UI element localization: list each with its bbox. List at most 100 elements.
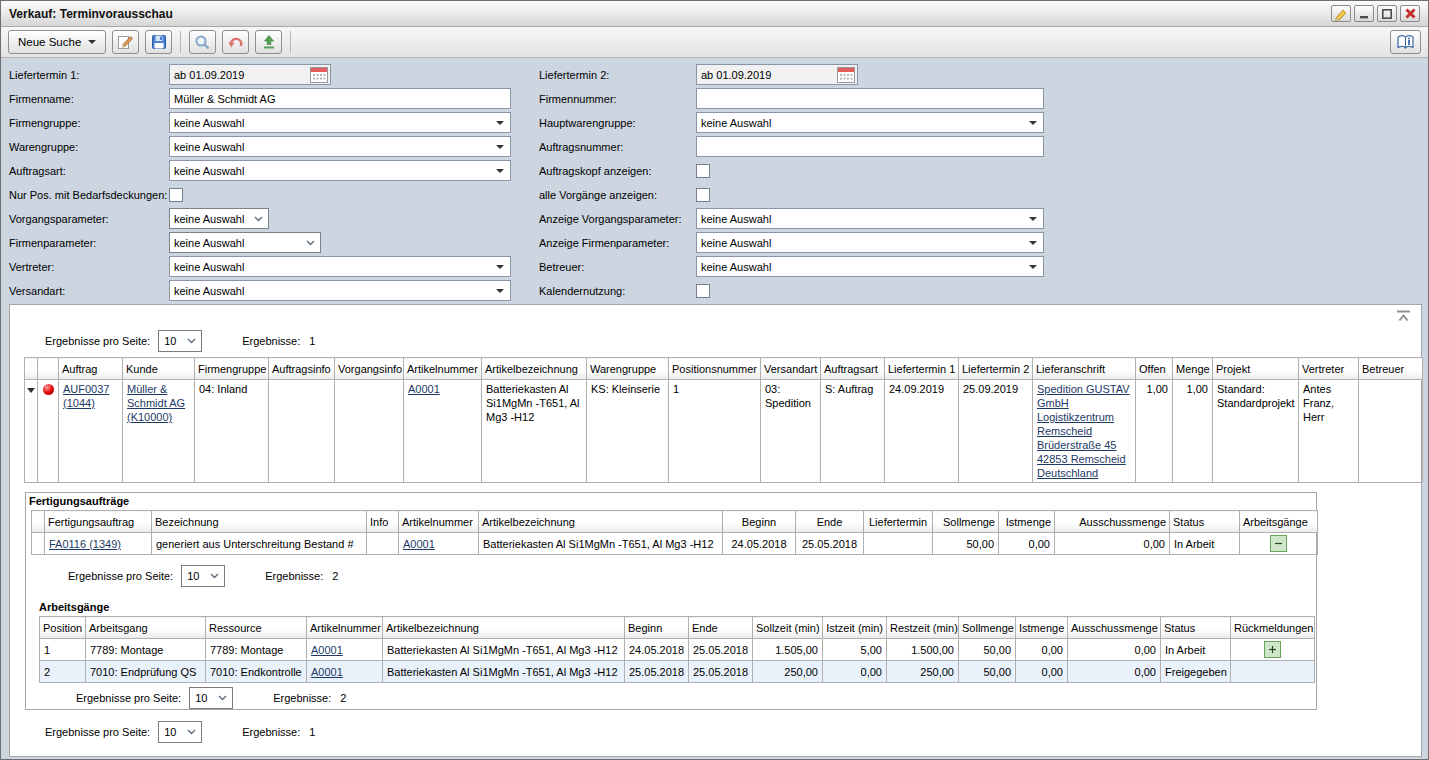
window-buttons <box>1331 5 1420 22</box>
export-button[interactable] <box>255 30 282 54</box>
nurpos-checkbox[interactable] <box>169 188 183 202</box>
minimize-button[interactable] <box>1354 5 1374 22</box>
per-page-select[interactable]: 10 <box>189 687 233 709</box>
arbeitsgaenge-heading: Arbeitsgänge <box>39 601 109 613</box>
liefertermin2-field[interactable]: ab 01.09.2019 <box>696 64 858 85</box>
fa-arbeitsgaenge-cell <box>1240 533 1318 555</box>
undo-button[interactable] <box>222 30 249 54</box>
firmengruppe-dropdown[interactable]: keine Auswahl <box>169 112 511 133</box>
anzeige-firmenparameter-dropdown[interactable]: keine Auswahl <box>696 232 1044 253</box>
auftragsnummer-input[interactable] <box>696 136 1044 157</box>
artikelnummer-link[interactable]: A0001 <box>311 666 343 678</box>
betreuer-cell <box>1359 380 1423 483</box>
ag-ausschussmenge-cell: 0,00 <box>1068 639 1161 661</box>
chevron-down-icon <box>496 265 504 269</box>
firmenname-input[interactable]: Müller & Schmidt AG <box>169 88 511 109</box>
liefertermin1-label: Liefertermin 1: <box>9 69 169 81</box>
close-icon <box>1404 7 1417 20</box>
hauptwarengruppe-dropdown[interactable]: keine Auswahl <box>696 112 1044 133</box>
kalendernutzung-label: Kalendernutzung: <box>539 285 696 297</box>
auftragskopf-checkbox[interactable] <box>696 164 710 178</box>
artikelnummer-link[interactable]: A0001 <box>311 644 343 656</box>
betreuer-dropdown[interactable]: keine Auswahl <box>696 256 1044 277</box>
ag-rueckmeldungen-cell <box>1231 639 1315 661</box>
chevron-down-icon <box>496 169 504 173</box>
collapse-row-icon[interactable] <box>27 388 35 393</box>
warengruppe-cell: KS: Kleinserie <box>587 380 669 483</box>
row-expander-cell <box>25 380 38 483</box>
chevron-down-icon <box>218 695 227 701</box>
close-button[interactable] <box>1400 5 1420 22</box>
results-area: Ergebnisse pro Seite: 10 Ergebnisse: 1 A… <box>9 304 1422 757</box>
warengruppe-dropdown[interactable]: keine Auswahl <box>169 136 511 157</box>
collapse-arbeitsgaenge-button[interactable] <box>1270 535 1287 552</box>
ag-position-cell: 2 <box>40 661 86 683</box>
maximize-button[interactable] <box>1377 5 1397 22</box>
ag-sollzeit-cell: 250,00 <box>753 661 823 683</box>
save-icon <box>151 34 167 50</box>
calendar-icon[interactable] <box>310 67 328 83</box>
betreuer-label: Betreuer: <box>539 261 696 273</box>
ag-row: 1 7789: Montage 7789: Montage A0001 Batt… <box>40 639 1315 661</box>
fa-pagination: Ergebnisse pro Seite: 10 Ergebnisse: 2 <box>68 565 338 587</box>
kalendernutzung-checkbox[interactable] <box>696 284 710 298</box>
new-search-button[interactable]: Neue Suche <box>8 30 106 54</box>
arbeitsgaenge-table: Position Arbeitsgang Ressource Artikelnu… <box>39 616 1315 683</box>
hauptwarengruppe-label: Hauptwarengruppe: <box>539 117 696 129</box>
per-page-select[interactable]: 10 <box>181 565 225 587</box>
ag-istzeit-cell: 5,00 <box>823 639 887 661</box>
liefertermin1-field[interactable]: ab 01.09.2019 <box>169 64 331 85</box>
ag-ende-cell: 25.05.2018 <box>689 639 753 661</box>
calendar-icon[interactable] <box>837 67 855 83</box>
help-button[interactable] <box>1390 30 1421 54</box>
firmennummer-input[interactable] <box>696 88 1044 109</box>
vorgangsparameter-select[interactable]: keine Auswahl <box>169 208 269 229</box>
ag-position-cell: 1 <box>40 639 86 661</box>
window-title: Verkauf: Terminvorausschau <box>9 7 173 21</box>
auftragsart-dropdown[interactable]: keine Auswahl <box>169 160 511 181</box>
lieferanschrift-link[interactable]: Logistikzentrum Remscheid <box>1037 410 1131 438</box>
search-icon <box>194 34 211 51</box>
save-button[interactable] <box>145 30 172 54</box>
lieferanschrift-link[interactable]: Deutschland <box>1037 466 1131 480</box>
lieferanschrift-link[interactable]: 42853 Remscheid <box>1037 452 1131 466</box>
vorgangsparameter-label: Vorgangsparameter: <box>9 213 169 225</box>
edit-icon <box>117 34 134 51</box>
firmenparameter-select[interactable]: keine Auswahl <box>169 232 321 253</box>
row-status-cell <box>38 380 59 483</box>
fertigungsauftraege-heading: Fertigungsaufträge <box>29 495 129 507</box>
kunde-link[interactable]: Müller & Schmidt AG (K10000) <box>127 383 185 423</box>
versandart-dropdown[interactable]: keine Auswahl <box>169 280 511 301</box>
add-rueckmeldung-button[interactable] <box>1264 641 1281 658</box>
artikelnummer-link[interactable]: A0001 <box>408 383 440 395</box>
results-count: 2 <box>332 570 338 582</box>
vorgangsinfo-cell <box>335 380 404 483</box>
artikelnummer-link[interactable]: A0001 <box>403 538 435 550</box>
ag-restzeit-cell: 250,00 <box>887 661 959 683</box>
per-page-select[interactable]: 10 <box>158 330 202 352</box>
auftragsart-cell: S: Auftrag <box>821 380 885 483</box>
note-button[interactable] <box>1331 5 1351 22</box>
info-book-icon <box>1396 34 1415 51</box>
chevron-down-icon <box>496 121 504 125</box>
fa-istmenge-cell: 0,00 <box>999 533 1055 555</box>
lieferanschrift-link[interactable]: Brüderstraße 45 <box>1037 438 1131 452</box>
positionsnummer-cell: 1 <box>669 380 761 483</box>
vertreter-dropdown[interactable]: keine Auswahl <box>169 256 511 277</box>
anzeige-vorgangsparameter-dropdown[interactable]: keine Auswahl <box>696 208 1044 229</box>
auftragsinfo-cell <box>269 380 335 483</box>
firmenparameter-label: Firmenparameter: <box>9 237 169 249</box>
search-button[interactable] <box>189 30 216 54</box>
edit-button[interactable] <box>112 30 139 54</box>
artikelbezeichnung-cell: Batteriekasten Al Si1MgMn -T651, Al Mg3 … <box>482 380 587 483</box>
fertigungsauftrag-link[interactable]: FA0116 (1349) <box>49 538 121 550</box>
results-header-row: Auftrag Kunde Firmengruppe Auftragsinfo … <box>25 358 1423 380</box>
allevorgaenge-checkbox[interactable] <box>696 188 710 202</box>
collapse-form-button[interactable] <box>1394 309 1412 324</box>
plus-icon <box>1268 645 1277 654</box>
lieferanschrift-link[interactable]: Spedition GUSTAV GmbH <box>1037 382 1131 410</box>
auftrag-link[interactable]: AUF0037 (1044) <box>63 383 109 409</box>
minimize-icon <box>1358 8 1370 20</box>
per-page-select[interactable]: 10 <box>158 721 202 743</box>
per-page-label: Ergebnisse pro Seite: <box>76 692 181 704</box>
